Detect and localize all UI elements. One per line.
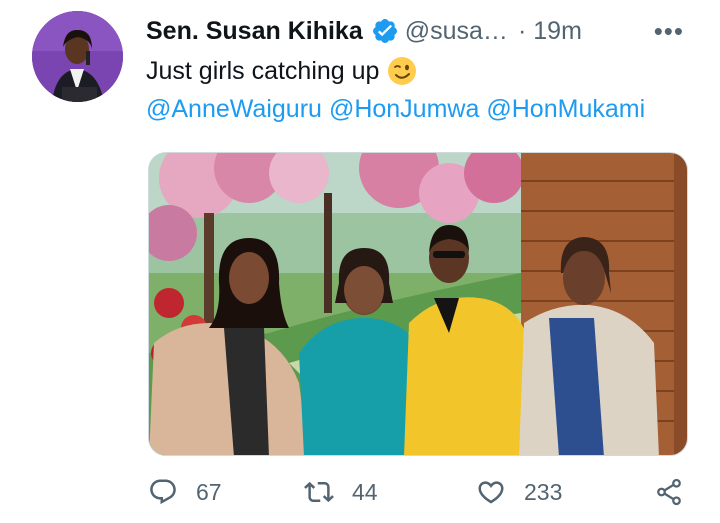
avatar[interactable] (32, 11, 123, 102)
tweet-actions: 67 44 233 (146, 477, 691, 517)
tweet-photo[interactable] (148, 152, 688, 456)
mention-link[interactable]: @HonMukami (486, 95, 645, 123)
like-count: 233 (524, 478, 563, 505)
winking-face-icon (387, 56, 417, 86)
mention-link[interactable]: @HonJumwa (329, 95, 479, 123)
tweet-card[interactable]: Sen. Susan Kihika @susa… · 19m ••• Just … (0, 0, 720, 523)
retweet-count: 44 (352, 478, 378, 505)
heart-icon (478, 481, 504, 504)
mentions-line: @AnneWaiguru @HonJumwa @HonMukami (146, 95, 652, 124)
retweet-icon (304, 481, 334, 503)
share-icon (657, 478, 681, 506)
share-button[interactable] (654, 477, 684, 507)
verified-badge-icon (371, 17, 399, 45)
author-handle[interactable]: @susa… (405, 17, 508, 46)
reply-icon (150, 479, 176, 505)
more-horizontal-icon[interactable]: ••• (654, 16, 684, 47)
reply-count: 67 (196, 478, 222, 505)
separator-dot: · (517, 16, 527, 45)
timestamp[interactable]: 19m (533, 17, 582, 46)
tweet-text-content: Just girls catching up (146, 56, 380, 85)
tweet-text: Just girls catching up (146, 56, 417, 86)
retweet-button[interactable]: 44 (304, 477, 378, 507)
author-display-name[interactable]: Sen. Susan Kihika (146, 17, 363, 46)
like-button[interactable]: 233 (476, 477, 562, 507)
tweet-header: Sen. Susan Kihika @susa… · 19m ••• (146, 14, 696, 48)
reply-button[interactable]: 67 (148, 477, 222, 507)
mention-link[interactable]: @AnneWaiguru (146, 95, 322, 123)
